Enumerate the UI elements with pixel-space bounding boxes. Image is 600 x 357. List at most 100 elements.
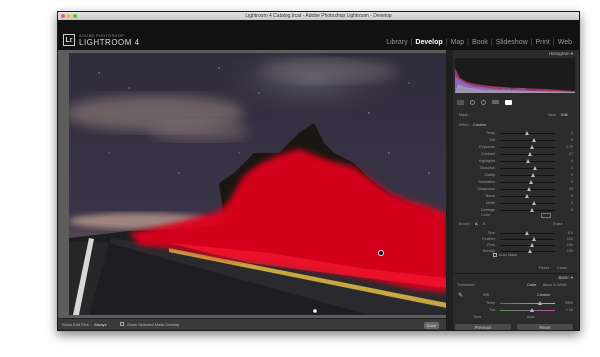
slider-value: 0 bbox=[570, 166, 573, 170]
slider-track[interactable] bbox=[500, 249, 555, 253]
slider-track[interactable] bbox=[500, 131, 555, 135]
effect-shadows-slider[interactable]: Shadows 0 bbox=[455, 165, 575, 171]
minimize-window-button[interactable] bbox=[67, 14, 71, 18]
eyedropper-icon[interactable]: ✎ bbox=[458, 292, 463, 299]
slider-track[interactable] bbox=[500, 187, 555, 191]
graduated-filter-icon[interactable] bbox=[492, 100, 499, 104]
close-link[interactable]: Close bbox=[557, 266, 567, 270]
slider-thumb[interactable] bbox=[526, 159, 530, 163]
treatment-bw[interactable]: Black & White bbox=[543, 283, 567, 287]
slider-thumb[interactable] bbox=[532, 237, 536, 241]
module-web[interactable]: Web bbox=[555, 39, 575, 46]
tint-slider[interactable]: Tint + 16 bbox=[455, 307, 575, 313]
slider-thumb[interactable] bbox=[532, 201, 536, 205]
slider-track[interactable] bbox=[500, 173, 555, 177]
slider-thumb[interactable] bbox=[525, 194, 529, 198]
brush-erase[interactable]: Erase bbox=[553, 222, 563, 226]
slider-track[interactable] bbox=[500, 159, 555, 163]
right-panel-edge[interactable] bbox=[446, 50, 453, 330]
identity-plate: Lr ADOBE PHOTOSHOP LIGHTROOM 4 Library | … bbox=[58, 20, 579, 50]
slider-track[interactable] bbox=[500, 194, 555, 198]
slider-thumb[interactable] bbox=[525, 231, 529, 235]
slider-thumb[interactable] bbox=[527, 187, 531, 191]
brush-b[interactable]: B bbox=[483, 222, 486, 226]
slider-thumb[interactable] bbox=[533, 166, 537, 170]
slider-track[interactable] bbox=[500, 243, 555, 247]
spot-removal-icon[interactable] bbox=[470, 100, 475, 105]
module-book[interactable]: Book bbox=[469, 39, 491, 46]
slider-thumb[interactable] bbox=[530, 145, 534, 149]
show-edit-pins-select[interactable]: Always bbox=[94, 322, 107, 327]
adjustment-brush-icon[interactable] bbox=[505, 100, 512, 105]
module-develop[interactable]: Develop bbox=[412, 39, 445, 46]
slider-thumb[interactable] bbox=[528, 152, 532, 156]
slider-track[interactable] bbox=[500, 237, 555, 241]
previous-button[interactable]: Previous bbox=[455, 324, 511, 330]
slider-thumb[interactable] bbox=[531, 173, 535, 177]
effect-saturation-slider[interactable]: Saturation 0 bbox=[455, 179, 575, 185]
effect-exposure-slider[interactable]: Exposure 0.79 bbox=[455, 144, 575, 150]
slider-track[interactable] bbox=[500, 201, 555, 205]
auto-tone-button[interactable]: Auto bbox=[527, 315, 535, 319]
reset-button[interactable]: Reset bbox=[517, 324, 573, 330]
slider-thumb[interactable] bbox=[530, 243, 534, 247]
slider-thumb[interactable] bbox=[532, 138, 536, 142]
crop-tool-icon[interactable] bbox=[457, 100, 464, 105]
module-slideshow[interactable]: Slideshow bbox=[493, 39, 531, 46]
edit-pin[interactable] bbox=[377, 249, 384, 256]
temp-slider[interactable]: Temp 3900 bbox=[455, 300, 575, 306]
slider-track[interactable] bbox=[500, 152, 555, 156]
module-library[interactable]: Library bbox=[383, 39, 410, 46]
color-swatch[interactable] bbox=[541, 213, 551, 218]
effect-clarity-slider[interactable]: Clarity 0 bbox=[455, 172, 575, 178]
mask-edit[interactable]: Edit bbox=[561, 113, 568, 117]
red-eye-icon[interactable] bbox=[481, 100, 486, 105]
slider-thumb[interactable] bbox=[528, 249, 532, 253]
effect-highlights-slider[interactable]: Highlights 0 bbox=[455, 158, 575, 164]
photo-canvas[interactable] bbox=[69, 53, 447, 315]
effect-defringe-slider[interactable]: Defringe 0 bbox=[455, 207, 575, 213]
slider-value: 100 bbox=[566, 249, 573, 253]
effect-temp-slider[interactable]: Temp 0 bbox=[455, 130, 575, 136]
slider-label: Saturation bbox=[478, 180, 495, 184]
treatment-color[interactable]: Color bbox=[527, 283, 536, 287]
slider-track[interactable] bbox=[500, 145, 555, 149]
wb-select[interactable]: Custom bbox=[537, 293, 550, 297]
identity-line2: LIGHTROOM 4 bbox=[79, 38, 140, 47]
module-map[interactable]: Map bbox=[447, 39, 467, 46]
slider-thumb[interactable] bbox=[530, 208, 534, 212]
effect-contrast-slider[interactable]: Contrast 27 bbox=[455, 151, 575, 157]
slider-label: Contrast bbox=[481, 152, 495, 156]
brush-a[interactable]: A bbox=[475, 222, 478, 226]
module-print[interactable]: Print bbox=[532, 39, 552, 46]
overlay-checkbox[interactable] bbox=[120, 322, 124, 326]
slider-track[interactable] bbox=[500, 166, 555, 170]
slider-value: 0 bbox=[570, 194, 573, 198]
auto-mask-checkbox[interactable] bbox=[493, 253, 497, 257]
close-window-button[interactable] bbox=[61, 14, 65, 18]
effect-moir--slider[interactable]: Moiré 0 bbox=[455, 200, 575, 206]
slider-value: 0 bbox=[570, 173, 573, 177]
effect-sharpness-slider[interactable]: Sharpness 25 bbox=[455, 186, 575, 192]
effect-tint-slider[interactable]: Tint 0 bbox=[455, 137, 575, 143]
slider-label: Exposure bbox=[479, 145, 495, 149]
slider-label: Density bbox=[482, 249, 495, 253]
effect-noise-slider[interactable]: Noise 0 bbox=[455, 193, 575, 199]
slider-thumb[interactable] bbox=[525, 131, 529, 135]
slider-label: Sharpness bbox=[477, 187, 495, 191]
slider-track[interactable] bbox=[500, 208, 555, 212]
reset-link[interactable]: Reset bbox=[539, 266, 549, 270]
slider-track[interactable] bbox=[500, 138, 555, 142]
auto-mask-label: Auto Mask bbox=[499, 253, 517, 257]
slider-track[interactable] bbox=[500, 231, 555, 235]
histogram-header[interactable]: Histogram ▾ bbox=[453, 50, 577, 57]
right-panel: Histogram ▾ ISO f/2.8 14mm Mask : New Edit… bbox=[453, 50, 577, 330]
mask-new[interactable]: New bbox=[548, 113, 556, 117]
done-button[interactable]: Done bbox=[424, 322, 439, 329]
zoom-window-button[interactable] bbox=[73, 14, 77, 18]
slider-track[interactable] bbox=[500, 180, 555, 184]
effect-select[interactable]: Custom bbox=[473, 123, 486, 127]
histogram[interactable]: ISO f/2.8 14mm bbox=[455, 58, 575, 93]
basic-header[interactable]: Basic ▾ bbox=[453, 273, 577, 280]
slider-thumb[interactable] bbox=[529, 180, 533, 184]
